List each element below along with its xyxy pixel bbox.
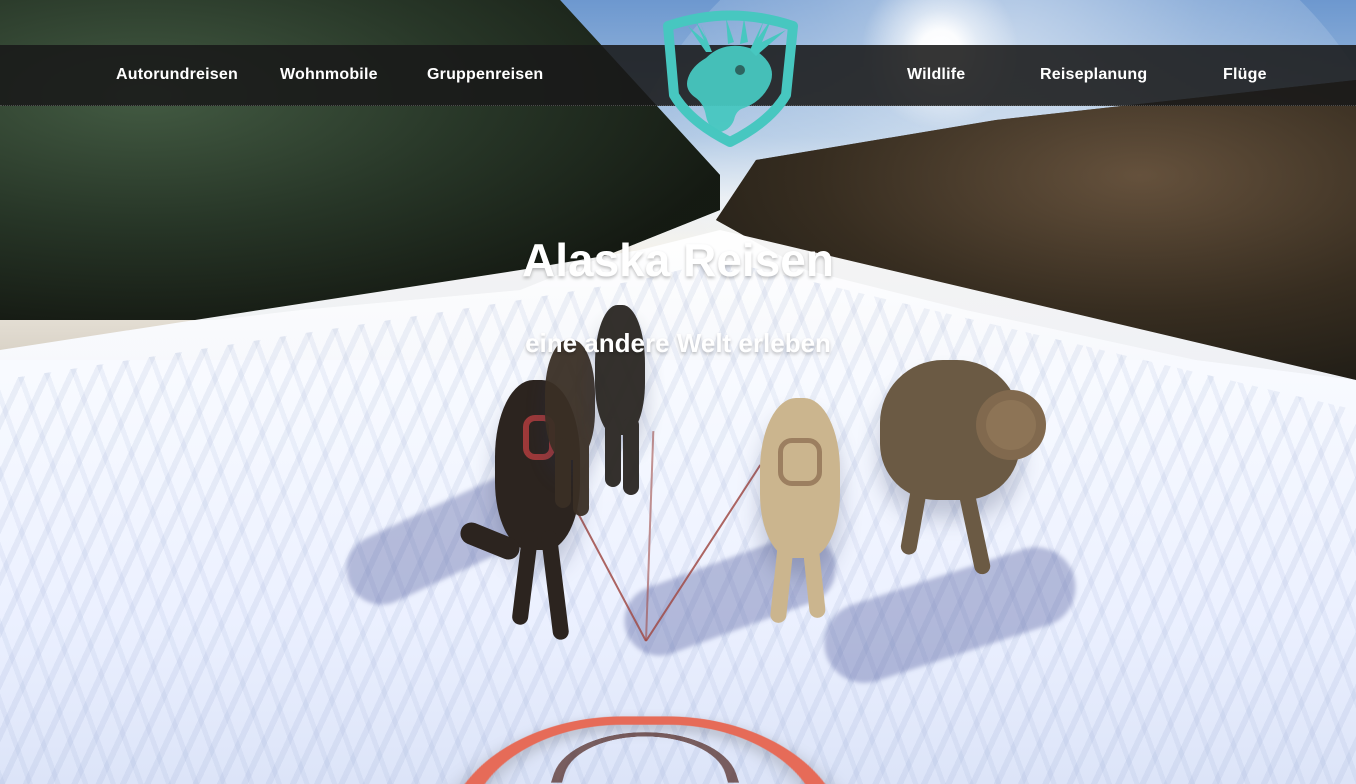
dog-tail bbox=[976, 390, 1046, 460]
nav-wohnmobile[interactable]: Wohnmobile bbox=[280, 45, 378, 105]
hero-title: Alaska Reisen bbox=[522, 234, 834, 286]
nav-wildlife[interactable]: Wildlife bbox=[907, 45, 965, 105]
dog-leg bbox=[605, 417, 621, 487]
sled-dog bbox=[760, 398, 840, 624]
nav-reiseplanung[interactable]: Reiseplanung bbox=[1040, 45, 1147, 105]
nav-gruppenreisen[interactable]: Gruppenreisen bbox=[427, 45, 543, 105]
moose-logo-icon[interactable] bbox=[648, 0, 813, 150]
harness bbox=[778, 438, 822, 486]
dog-leg bbox=[555, 438, 571, 508]
dog-leg bbox=[573, 438, 589, 516]
dog-leg bbox=[623, 417, 639, 495]
nav-fluege[interactable]: Flüge bbox=[1223, 45, 1267, 105]
nav-autorundreisen[interactable]: Autorundreisen bbox=[116, 45, 238, 105]
hero-subtitle: eine andere Welt erleben bbox=[525, 328, 831, 358]
sled-dog bbox=[595, 305, 645, 495]
sled-dog bbox=[880, 360, 1046, 576]
